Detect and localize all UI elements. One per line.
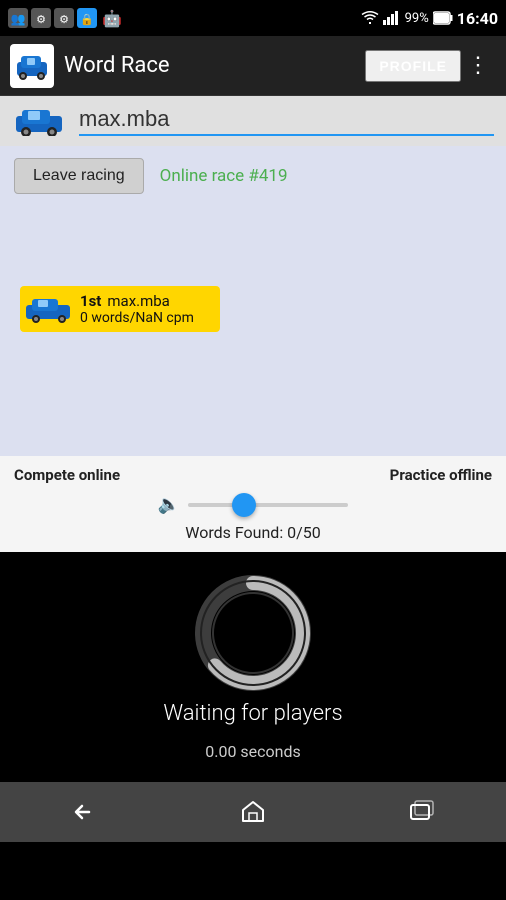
android-icon: 🤖	[100, 8, 122, 28]
leave-racing-button[interactable]: Leave racing	[14, 158, 144, 194]
player-position: 1st	[80, 292, 101, 310]
app-icon	[10, 44, 54, 88]
nav-bar	[0, 782, 506, 842]
player-card: 1st max.mba 0 words/NaN cpm	[20, 286, 220, 332]
player-stats: 0 words/NaN cpm	[80, 310, 210, 326]
signal-icon	[383, 10, 401, 26]
back-button[interactable]	[60, 792, 108, 832]
words-found-label: Words Found: 0/50	[14, 523, 492, 542]
settings-icon2: ⚙	[54, 8, 74, 28]
bottom-controls: Compete online Practice offline 🔈 Words …	[0, 456, 506, 552]
waiting-area: Waiting for players 0.00 seconds	[0, 552, 506, 782]
speaker-icon: 🔈	[158, 494, 180, 515]
app-car-icon	[13, 50, 51, 82]
status-bar: 👥 ⚙ ⚙ 🔒 🤖	[0, 0, 506, 36]
race-controls: Leave racing Online race #419	[0, 146, 506, 206]
recent-apps-icon	[408, 799, 436, 825]
compete-online-label: Compete online	[14, 466, 120, 484]
player-name: max.mba	[107, 292, 169, 310]
practice-offline-label: Practice offline	[390, 466, 492, 484]
back-icon	[69, 799, 99, 825]
username-input[interactable]	[79, 106, 494, 136]
recent-button[interactable]	[398, 792, 446, 832]
username-car-icon	[12, 106, 67, 136]
profile-button[interactable]: PROFILE	[365, 50, 461, 82]
svg-text:👥: 👥	[11, 12, 26, 26]
compete-row: Compete online Practice offline	[14, 466, 492, 484]
app-title: Word Race	[64, 53, 365, 78]
settings-icon1: ⚙	[31, 8, 51, 28]
svg-text:🤖: 🤖	[102, 9, 122, 28]
ring-container	[193, 573, 313, 693]
slider-row: 🔈	[14, 494, 492, 515]
race-area: Leave racing Online race #419 1st max.mb…	[0, 146, 506, 456]
svg-text:⚙: ⚙	[36, 13, 46, 26]
race-track: 1st max.mba 0 words/NaN cpm	[0, 206, 506, 406]
slider-track[interactable]	[188, 503, 348, 507]
lock-icon: 🔒	[77, 8, 97, 28]
waiting-text: Waiting for players	[163, 701, 342, 726]
wifi-icon	[361, 10, 379, 26]
battery-icon	[433, 11, 453, 25]
app-bar: Word Race PROFILE ⋮	[0, 36, 506, 96]
time-display: 16:40	[457, 9, 498, 28]
online-race-label: Online race #419	[160, 166, 288, 186]
username-bar	[0, 96, 506, 146]
svg-text:⚙: ⚙	[59, 13, 69, 26]
player-car-icon	[24, 295, 74, 323]
status-icons-right: 99% 16:40	[361, 9, 498, 28]
home-icon	[239, 799, 267, 825]
more-options-button[interactable]: ⋮	[461, 47, 496, 84]
battery-level: 99%	[405, 11, 429, 26]
loading-ring-icon	[193, 573, 313, 693]
home-button[interactable]	[229, 792, 277, 832]
slider-thumb[interactable]	[232, 493, 256, 517]
svg-text:🔒: 🔒	[80, 13, 94, 26]
seconds-text: 0.00 seconds	[205, 742, 301, 761]
people-icon: 👥	[8, 8, 28, 28]
status-icons-left: 👥 ⚙ ⚙ 🔒 🤖	[8, 8, 122, 28]
